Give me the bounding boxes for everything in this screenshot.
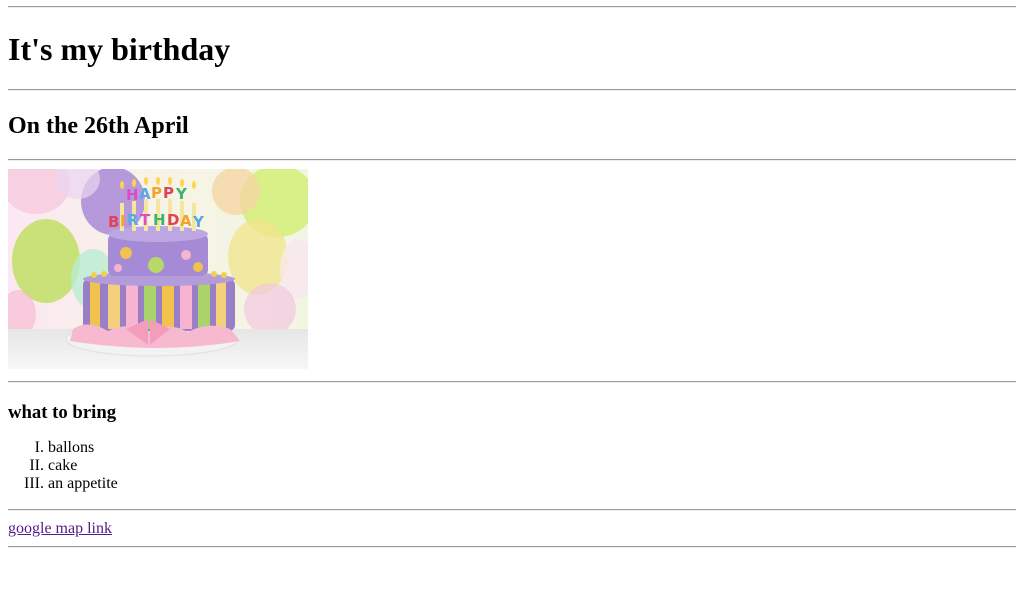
divider [8, 546, 1016, 548]
list-item: an appetite [48, 475, 1016, 493]
bring-list: ballons cake an appetite [8, 439, 1016, 493]
svg-text:P: P [151, 184, 162, 202]
page: It's my birthday On the 26th April H A P… [0, 6, 1024, 548]
svg-text:P: P [163, 184, 174, 202]
svg-text:A: A [180, 212, 192, 230]
list-item: ballons [48, 439, 1016, 457]
divider [8, 159, 1016, 161]
page-subtitle: On the 26th April [8, 113, 189, 139]
svg-text:B: B [108, 213, 119, 231]
svg-text:H: H [126, 186, 139, 204]
svg-text:D: D [167, 211, 179, 229]
svg-text:Y: Y [192, 213, 205, 231]
svg-text:Y: Y [175, 185, 188, 203]
svg-text:A: A [139, 185, 151, 203]
svg-text:I: I [120, 212, 126, 230]
svg-text:T: T [140, 211, 151, 229]
link-container: google map link [8, 511, 1016, 546]
page-title: It's my birthday [8, 31, 231, 67]
svg-text:R: R [127, 211, 139, 229]
birthday-cake-image: H A P P Y B I R T H D A Y [8, 169, 308, 369]
list-item: cake [48, 457, 1016, 475]
bring-heading: what to bring [8, 402, 117, 423]
svg-text:H: H [153, 211, 166, 229]
google-map-link[interactable]: google map link [8, 520, 112, 537]
